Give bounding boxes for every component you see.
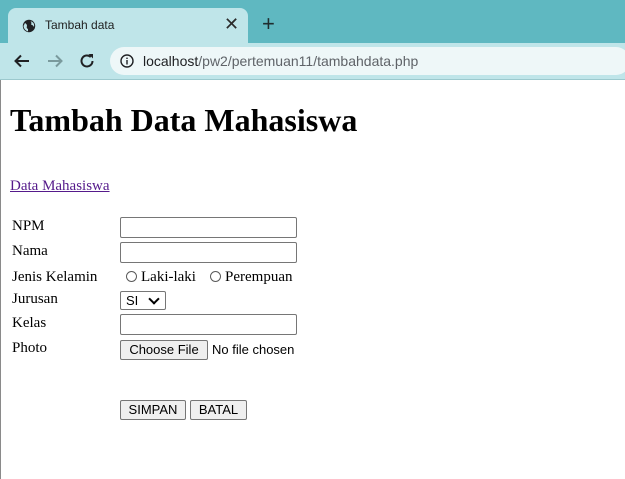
page-content: Tambah Data Mahasiswa Data Mahasiswa NPM… — [0, 80, 625, 479]
close-tab-icon[interactable]: ✕ — [224, 14, 239, 34]
new-tab-button[interactable]: + — [262, 13, 275, 35]
back-arrow-icon[interactable] — [12, 51, 32, 71]
jurusan-selected-value: SI — [126, 293, 139, 308]
nama-input[interactable] — [120, 242, 297, 263]
photo-label: Photo — [12, 340, 48, 356]
forward-arrow-icon[interactable] — [45, 51, 65, 71]
url-host: localhost — [143, 53, 199, 69]
info-icon[interactable] — [120, 54, 134, 68]
radio-label-perempuan: Perempuan — [225, 269, 293, 285]
chevron-down-icon — [148, 293, 160, 305]
npm-label: NPM — [12, 218, 45, 234]
simpan-button[interactable]: SIMPAN — [120, 400, 186, 420]
url-text[interactable]: localhost/pw2/pertemuan11/tambahdata.php — [143, 53, 418, 69]
jurusan-label: Jurusan — [12, 291, 58, 307]
kelas-input[interactable] — [120, 314, 297, 335]
reload-icon[interactable] — [77, 51, 97, 71]
address-bar[interactable]: localhost/pw2/pertemuan11/tambahdata.php — [110, 47, 625, 75]
nama-label: Nama — [12, 243, 48, 259]
browser-tab[interactable]: Tambah data ✕ — [8, 8, 248, 43]
page-title: Tambah Data Mahasiswa — [10, 102, 358, 138]
globe-icon — [22, 19, 36, 33]
choose-file-button[interactable]: Choose File — [120, 340, 208, 360]
browser-toolbar: localhost/pw2/pertemuan11/tambahdata.php — [0, 43, 625, 80]
jenis-kelamin-label: Jenis Kelamin — [12, 269, 98, 285]
npm-input[interactable] — [120, 217, 297, 238]
data-mahasiswa-link[interactable]: Data Mahasiswa — [10, 178, 110, 195]
jurusan-select[interactable]: SI — [120, 291, 166, 310]
file-status: No file chosen — [212, 342, 295, 357]
radio-perempuan[interactable] — [210, 271, 221, 282]
tab-strip: Tambah data ✕ + — [0, 0, 625, 43]
radio-laki-laki[interactable] — [126, 271, 137, 282]
tab-title: Tambah data — [45, 18, 115, 32]
kelas-label: Kelas — [12, 315, 47, 331]
batal-button[interactable]: BATAL — [190, 400, 247, 420]
url-path: /pw2/pertemuan11/tambahdata.php — [198, 53, 419, 69]
radio-label-laki-laki: Laki-laki — [141, 269, 196, 285]
